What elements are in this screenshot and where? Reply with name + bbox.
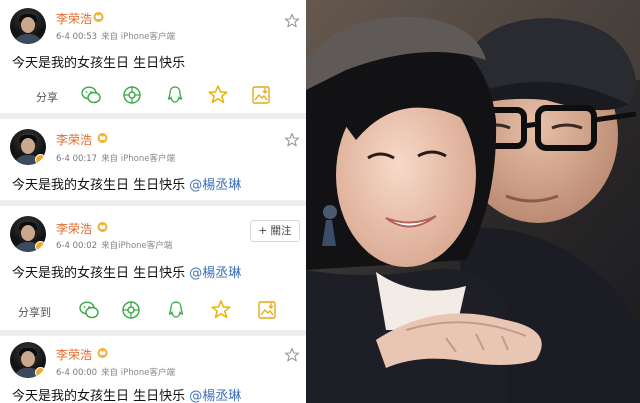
share-bar-1: 分享	[0, 84, 306, 108]
post-time: 6-4 00:02	[56, 241, 98, 251]
avatar-icon[interactable]	[10, 8, 46, 44]
save-image-icon[interactable]	[250, 84, 272, 106]
crown-badge-icon	[97, 133, 108, 143]
post-source: 来自 iPhone客户端	[101, 154, 175, 164]
post-text: 今天是我的女孩生日 生日快乐 @楊丞琳	[12, 385, 241, 403]
post-time: 6-4 00:00	[56, 368, 98, 378]
couple-photo-illustration	[306, 0, 640, 403]
moments-icon[interactable]	[121, 84, 143, 106]
post-text: 今天是我的女孩生日 生日快乐 @楊丞琳	[12, 262, 241, 281]
crown-badge-icon	[93, 12, 104, 22]
post-author[interactable]: 李荣浩	[56, 346, 92, 363]
post-meta: 6-4 00:00 来自 iPhone客户端	[56, 366, 175, 378]
weibo-post-3: 李荣浩 6-4 00:02 来自iPhone客户端 + 關注 今天是我的女孩生日 …	[0, 206, 306, 294]
post-author[interactable]: 李荣浩	[56, 131, 92, 148]
post-text-body: 今天是我的女孩生日 生日快乐	[12, 389, 190, 403]
weibo-screenshots-panel: 李荣浩 6-4 00:53 来自 iPhone客户端 今天是我的女孩生日 生日快乐…	[0, 0, 306, 403]
avatar-icon[interactable]	[10, 342, 46, 378]
post-author[interactable]: 李荣浩	[56, 220, 92, 237]
mention-link[interactable]: @楊丞琳	[189, 389, 241, 403]
moments-icon[interactable]	[120, 299, 142, 321]
post-text: 今天是我的女孩生日 生日快乐 @楊丞琳	[12, 174, 241, 193]
save-image-icon[interactable]	[256, 299, 278, 321]
share-bar-2: 分享到	[0, 299, 306, 323]
qq-icon[interactable]	[164, 84, 186, 106]
qzone-star-icon[interactable]	[207, 84, 229, 106]
post-time: 6-4 00:53	[56, 32, 98, 42]
avatar-icon[interactable]	[10, 129, 46, 165]
star-icon[interactable]	[284, 347, 300, 363]
post-meta: 6-4 00:53 来自 iPhone客户端	[56, 30, 175, 42]
post-text-body: 今天是我的女孩生日 生日快乐	[12, 56, 186, 71]
post-author[interactable]: 李荣浩	[56, 10, 92, 27]
share-label: 分享	[36, 91, 58, 104]
qq-icon[interactable]	[165, 299, 187, 321]
avatar-icon[interactable]	[10, 216, 46, 252]
post-meta: 6-4 00:02 来自iPhone客户端	[56, 239, 172, 251]
wechat-icon[interactable]	[78, 299, 100, 321]
weibo-post-2: 李荣浩 6-4 00:17 来自 iPhone客户端 今天是我的女孩生日 生日快乐…	[0, 119, 306, 199]
follow-button[interactable]: + 關注	[250, 220, 300, 242]
weibo-post-1: 李荣浩 6-4 00:53 来自 iPhone客户端 今天是我的女孩生日 生日快乐	[0, 0, 306, 80]
star-icon[interactable]	[284, 13, 300, 29]
post-time: 6-4 00:17	[56, 154, 98, 164]
wechat-icon[interactable]	[80, 84, 102, 106]
couple-photo	[306, 0, 640, 403]
mention-link[interactable]: @楊丞琳	[189, 266, 241, 281]
post-source: 来自 iPhone客户端	[101, 32, 175, 42]
weibo-post-4: 李荣浩 6-4 00:00 来自 iPhone客户端 今天是我的女孩生日 生日快乐…	[0, 336, 306, 403]
post-meta: 6-4 00:17 来自 iPhone客户端	[56, 152, 175, 164]
post-text: 今天是我的女孩生日 生日快乐	[12, 52, 185, 71]
share-label: 分享到	[18, 306, 51, 319]
post-source: 来自iPhone客户端	[101, 241, 173, 251]
post-text-body: 今天是我的女孩生日 生日快乐	[12, 266, 190, 281]
post-source: 来自 iPhone客户端	[101, 368, 175, 378]
mention-link[interactable]: @楊丞琳	[189, 178, 241, 193]
star-icon[interactable]	[284, 132, 300, 148]
qzone-star-icon[interactable]	[210, 299, 232, 321]
crown-badge-icon	[97, 348, 108, 358]
crown-badge-icon	[97, 222, 108, 232]
post-text-body: 今天是我的女孩生日 生日快乐	[12, 178, 190, 193]
